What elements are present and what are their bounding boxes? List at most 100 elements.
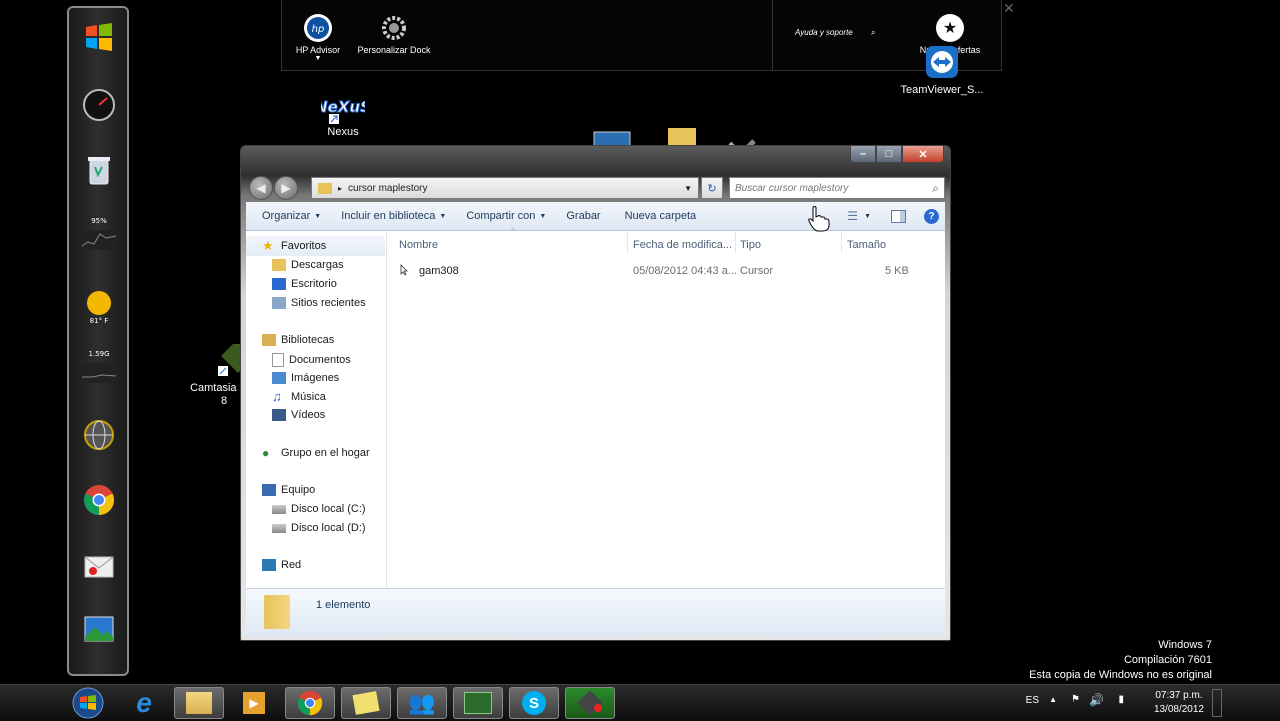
clock-date: 13/08/2012 [1153, 704, 1204, 715]
cpu-meter-icon: 95% [82, 217, 116, 254]
column-header-tipo[interactable]: Tipo [740, 239, 761, 251]
homegroup-icon: ● [262, 446, 270, 460]
close-icon[interactable]: ✕ [1003, 0, 1015, 17]
view-options-icon[interactable]: ☰ [847, 209, 858, 223]
nav-item-escritorio[interactable]: Escritorio [272, 278, 337, 290]
breadcrumb[interactable]: cursor maplestory [348, 183, 427, 194]
maximize-button[interactable]: □ [876, 146, 902, 163]
clock[interactable]: 07:37 p.m. 13/08/2012 [1154, 689, 1204, 717]
chevron-down-icon[interactable]: ▼ [864, 213, 871, 220]
record-dot-icon [594, 704, 602, 712]
search-input[interactable] [730, 181, 917, 195]
taskbar-chrome[interactable] [285, 687, 335, 719]
nav-item-videos[interactable]: Vídeos [272, 409, 325, 421]
start-button[interactable] [64, 687, 112, 719]
column-separator[interactable] [735, 231, 736, 253]
help-icon[interactable]: ? [924, 208, 939, 224]
windows-start-orb-icon[interactable] [82, 20, 116, 54]
show-desktop-button[interactable] [1212, 689, 1222, 717]
forward-button[interactable]: ▶ [274, 176, 298, 200]
column-header-nombre[interactable]: Nombre [399, 239, 438, 251]
clock-time: 07:37 p.m. [1155, 690, 1203, 701]
nav-item-imagenes[interactable]: Imágenes [272, 372, 339, 384]
file-list-pane: Nombre ^ Fecha de modifica... Tipo Tamañ… [387, 228, 945, 588]
breadcrumb-separator-icon: ▸ [338, 183, 343, 193]
taskbar-camtasia-recorder[interactable] [565, 687, 615, 719]
hard-drive-icon [272, 504, 286, 514]
desktop-icon-teamviewer[interactable]: TeamViewer_S... [898, 42, 986, 96]
videos-icon [272, 409, 286, 421]
hp-logo-icon: hp [304, 14, 332, 42]
language-indicator[interactable]: ES [1026, 695, 1039, 706]
cpu-meter-label: 95% [91, 217, 107, 225]
nueva-carpeta-button[interactable]: Nueva carpeta [617, 210, 705, 222]
minimize-button[interactable]: – [850, 146, 876, 163]
mail-icon[interactable] [82, 548, 116, 582]
column-separator[interactable] [841, 231, 842, 253]
taskbar-media-player[interactable]: ▶ [229, 687, 279, 719]
column-header-tamano[interactable]: Tamaño [847, 239, 886, 251]
nav-item-musica[interactable]: ♫ Música [272, 390, 326, 403]
taskbar-sticky-notes[interactable] [341, 687, 391, 719]
svg-text:NeXuS: NeXuS [321, 98, 365, 116]
globe-network-icon[interactable] [82, 418, 116, 452]
help-search-label: Ayuda y soporte [795, 28, 853, 37]
terminal-icon [464, 692, 492, 714]
weather-temp: 81° F [89, 317, 109, 325]
cursor-file-icon [399, 264, 411, 276]
action-center-flag-icon[interactable]: ⚑ [1071, 694, 1080, 705]
nav-item-red[interactable]: Red [262, 559, 301, 571]
personalizar-dock-button[interactable]: Personalizar Dock [352, 14, 436, 55]
close-window-button[interactable]: ✕ [902, 146, 944, 163]
nav-item-equipo[interactable]: Equipo [262, 484, 315, 496]
nav-item-disco-d[interactable]: Disco local (D:) [272, 522, 366, 534]
volume-icon[interactable]: 🔊 [1089, 693, 1104, 707]
chevron-down-icon: ▼ [439, 212, 447, 220]
nav-label: Vídeos [291, 409, 326, 421]
folder-large-icon [264, 595, 290, 629]
weather-sun-icon[interactable]: 81° F [82, 288, 116, 325]
chrome-icon[interactable] [82, 483, 116, 517]
preview-pane-icon[interactable] [891, 209, 906, 223]
refresh-button[interactable]: ↻ [701, 177, 723, 199]
taskbar-terminal[interactable] [453, 687, 503, 719]
taskbar-skype[interactable]: S [509, 687, 559, 719]
file-size: 5 KB [885, 265, 909, 277]
nav-item-documentos[interactable]: Documentos [272, 353, 351, 367]
star-icon: ★ [936, 14, 964, 42]
pictures-icon [272, 372, 286, 384]
address-dropdown-icon[interactable]: ▼ [684, 184, 692, 193]
recycle-bin-icon[interactable] [82, 153, 116, 187]
nav-label: Disco local (D:) [291, 522, 366, 534]
taskbar-internet-explorer[interactable]: e [119, 687, 169, 719]
nav-item-bibliotecas[interactable]: Bibliotecas [262, 334, 334, 346]
network-tray-icon[interactable]: ▮ [1118, 694, 1124, 705]
window-controls: – □ ✕ [850, 146, 944, 163]
show-hidden-icons-icon[interactable]: ▲ [1049, 695, 1057, 704]
column-separator[interactable] [627, 231, 628, 253]
back-button[interactable]: ◀ [249, 176, 273, 200]
taskbar-messenger[interactable]: 👥 [397, 687, 447, 719]
nav-label: Música [291, 391, 326, 403]
photo-viewer-icon[interactable] [82, 613, 116, 647]
clock-gauge-icon[interactable] [82, 88, 116, 122]
organizar-button[interactable]: Organizar ▼ [254, 210, 329, 222]
grabar-button[interactable]: Grabar [558, 210, 608, 222]
nav-item-descargas[interactable]: Descargas [272, 259, 344, 271]
nav-item-favoritos[interactable]: ★ Favoritos [262, 239, 326, 252]
hp-advisor-button[interactable]: hp HP Advisor ▼ [290, 14, 346, 62]
nav-item-sitios-recientes[interactable]: Sitios recientes [272, 297, 366, 309]
address-bar[interactable]: ▸ cursor maplestory ▼ [311, 177, 699, 199]
nav-item-disco-c[interactable]: Disco local (C:) [272, 503, 366, 515]
column-header-fecha[interactable]: Fecha de modifica... [633, 239, 732, 251]
hard-drive-icon [272, 523, 286, 533]
help-search-field[interactable]: Ayuda y soporte ⌕ [795, 28, 895, 42]
taskbar-explorer[interactable] [174, 687, 224, 719]
compartir-button[interactable]: Compartir con ▼ [458, 210, 554, 222]
explorer-window: – □ ✕ ◀ ▶ ▸ cursor maplestory ▼ ↻ ⌕ Orga… [240, 145, 951, 641]
search-box[interactable]: ⌕ [729, 177, 945, 199]
desktop-icon-nexus[interactable]: NeXuS Nexus [312, 88, 374, 139]
skype-icon: S [522, 691, 546, 715]
incluir-biblioteca-button[interactable]: Incluir en biblioteca ▼ [333, 210, 454, 222]
nav-item-grupo-hogar[interactable]: ● Grupo en el hogar [262, 447, 370, 459]
